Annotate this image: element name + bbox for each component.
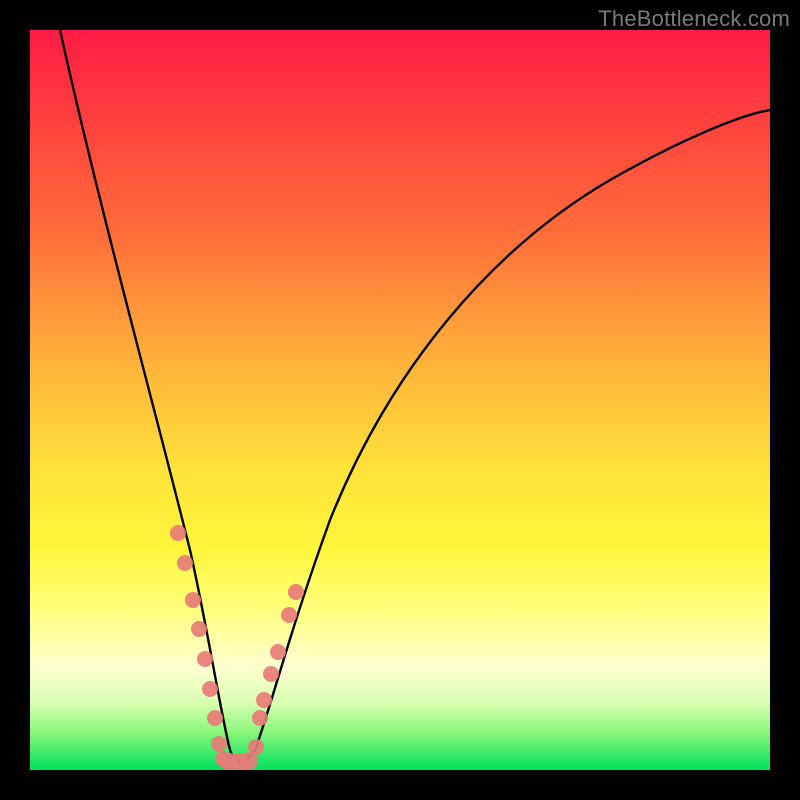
curve-marker bbox=[270, 644, 286, 660]
curve-marker bbox=[202, 681, 218, 697]
curve-marker bbox=[281, 607, 297, 623]
curve-marker bbox=[207, 710, 223, 726]
curve-marker bbox=[211, 736, 227, 752]
curve-marker bbox=[288, 584, 304, 600]
watermark-text: TheBottleneck.com bbox=[598, 6, 790, 32]
curve-marker bbox=[197, 651, 213, 667]
curve-marker bbox=[252, 710, 268, 726]
marker-group bbox=[170, 525, 304, 770]
curve-marker bbox=[185, 592, 201, 608]
curve-marker bbox=[177, 555, 193, 571]
curve-marker bbox=[170, 525, 186, 541]
bottleneck-curve bbox=[60, 30, 770, 761]
curve-marker bbox=[256, 692, 272, 708]
curve-marker bbox=[191, 621, 207, 637]
curve-svg bbox=[30, 30, 770, 770]
curve-marker bbox=[263, 666, 279, 682]
plot-area bbox=[30, 30, 770, 770]
curve-marker bbox=[248, 739, 264, 755]
